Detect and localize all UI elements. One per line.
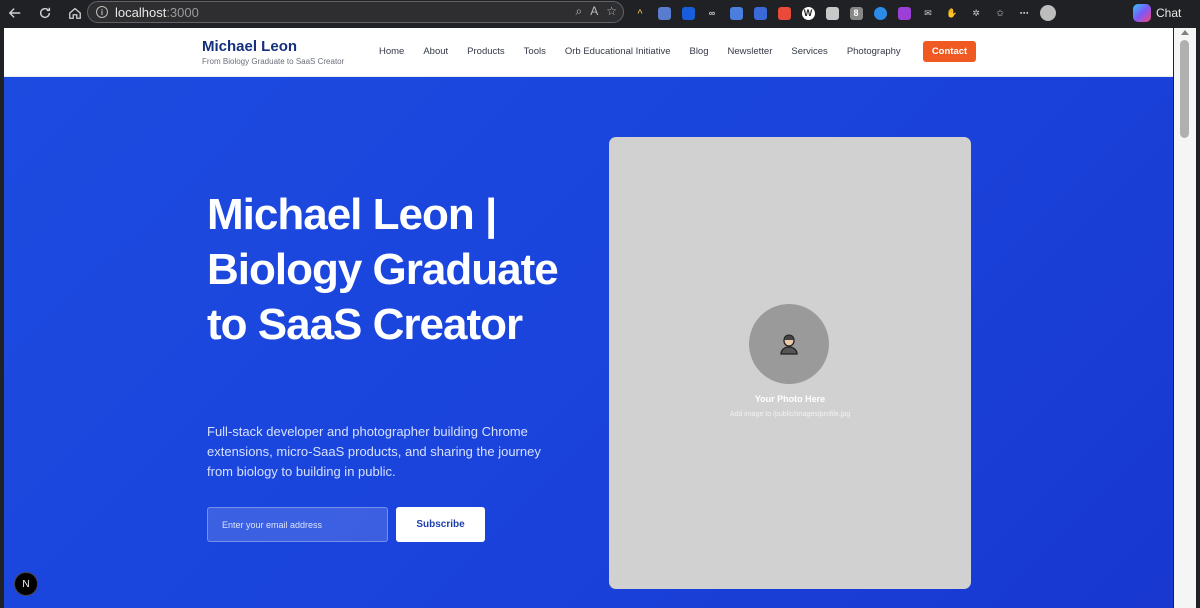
camera-icon[interactable]	[820, 3, 844, 23]
brand-name: Michael Leon	[202, 38, 298, 55]
hero-section: Michael Leon | Biology Graduate to SaaS …	[4, 77, 1173, 608]
photo-hint: Add image to /public/images/profile.jpg	[729, 411, 851, 418]
extension-icon[interactable]: W	[796, 3, 820, 23]
hero-title: Michael Leon | Biology Graduate to SaaS …	[207, 190, 559, 349]
nav-products[interactable]: Products	[467, 41, 505, 63]
info-icon[interactable]: i	[96, 6, 108, 18]
profile-photo-placeholder: Your Photo Here Add image to /public/ima…	[609, 137, 971, 589]
extension-icon[interactable]	[652, 3, 676, 23]
profile-avatar[interactable]	[1036, 3, 1060, 23]
site-header: Michael Leon From Biology Graduate to Sa…	[4, 28, 1173, 77]
zoom-icon[interactable]: ⌕	[575, 4, 582, 19]
extension-icon[interactable]: ∞	[700, 3, 724, 23]
reload-icon[interactable]	[30, 0, 60, 26]
address-bar[interactable]: i localhost:3000 ⌕ A ☆	[87, 1, 624, 23]
extension-icon[interactable]: ✋	[940, 3, 964, 23]
mail-icon[interactable]: ✉	[916, 3, 940, 23]
copilot-icon	[1133, 4, 1151, 22]
puzzle-icon[interactable]: ✲	[964, 3, 988, 23]
subscribe-button[interactable]: Subscribe	[396, 507, 485, 542]
avatar-circle	[749, 304, 829, 384]
nextjs-dev-badge[interactable]: N	[14, 572, 38, 596]
nav-photography[interactable]: Photography	[847, 41, 901, 63]
read-aloud-icon[interactable]: A	[590, 4, 598, 19]
calendar-icon[interactable]	[748, 3, 772, 23]
translate-icon[interactable]	[724, 3, 748, 23]
hero-subtitle: Full-stack developer and photographer bu…	[207, 424, 541, 479]
extension-icon[interactable]	[892, 3, 916, 23]
favorite-star-icon[interactable]: ☆	[606, 4, 617, 19]
extensions-bar: ^ ∞ W 8 ✉ ✋ ✲ ✩ ⋯	[628, 3, 1060, 23]
extension-icon[interactable]	[772, 3, 796, 23]
person-icon	[780, 334, 798, 355]
nav-blog[interactable]: Blog	[689, 41, 708, 63]
extension-icon[interactable]	[868, 3, 892, 23]
copilot-chat-button[interactable]: Chat	[1133, 2, 1181, 24]
nav-home[interactable]: Home	[379, 41, 404, 63]
brand-tagline: From Biology Graduate to SaaS Creator	[202, 57, 345, 66]
nav-about[interactable]: About	[423, 41, 448, 63]
nav-services[interactable]: Services	[791, 41, 827, 63]
back-icon[interactable]	[0, 0, 30, 26]
nav-newsletter[interactable]: Newsletter	[728, 41, 773, 63]
nav-orb-educational-initiative[interactable]: Orb Educational Initiative	[565, 41, 671, 63]
page-scrollbar[interactable]	[1174, 28, 1196, 608]
nav-tools[interactable]: Tools	[524, 41, 546, 63]
photo-label: Your Photo Here	[754, 394, 826, 404]
bitwarden-icon[interactable]	[676, 3, 700, 23]
page-viewport: Michael Leon From Biology Graduate to Sa…	[4, 28, 1173, 608]
url-text: localhost:3000	[115, 4, 199, 20]
extension-icon[interactable]: ^	[628, 3, 652, 23]
more-icon[interactable]: ⋯	[1012, 3, 1036, 23]
home-icon[interactable]	[60, 0, 90, 26]
extension-icon[interactable]: 8	[844, 3, 868, 23]
favorites-icon[interactable]: ✩	[988, 3, 1012, 23]
contact-button[interactable]: Contact	[923, 41, 976, 62]
email-input[interactable]	[207, 507, 388, 542]
main-nav: Home About Products Tools Orb Educationa…	[379, 41, 920, 63]
scrollbar-thumb[interactable]	[1180, 40, 1189, 138]
brand[interactable]: Michael Leon From Biology Graduate to Sa…	[202, 38, 344, 66]
scroll-up-icon[interactable]	[1181, 30, 1189, 35]
